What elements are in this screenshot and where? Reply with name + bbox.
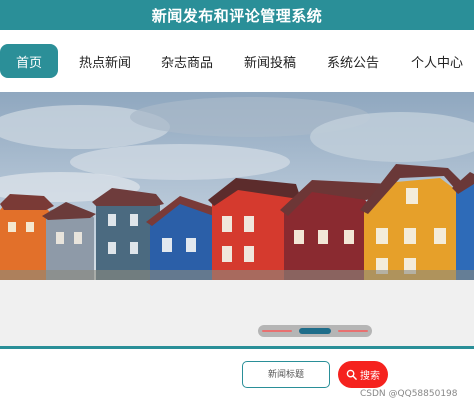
carousel-indicator-area	[0, 280, 474, 348]
nav-item-label: 首页	[15, 55, 42, 71]
app-title: 新闻发布和评论管理系统	[151, 6, 323, 25]
search-button-label: 搜索	[360, 371, 380, 382]
nav-item-system-notice[interactable]: 系统公告	[318, 44, 388, 78]
nav-item-label: 热点新闻	[78, 55, 131, 71]
carousel-indicator-track	[258, 325, 372, 337]
app-title-bar: 新闻发布和评论管理系统	[0, 0, 474, 30]
watermark-text: CSDN @QQ58850198	[360, 389, 458, 399]
section-divider	[0, 346, 474, 349]
news-title-search-input[interactable]	[242, 361, 330, 388]
nav-item-label: 系统公告	[326, 55, 379, 71]
nav-item-news-submission[interactable]: 新闻投稿	[235, 44, 305, 78]
banner-carousel-image[interactable]	[0, 92, 474, 280]
carousel-indicator-2-active[interactable]	[299, 328, 331, 334]
nav-item-home[interactable]: 首页	[0, 44, 58, 78]
search-button[interactable]: 搜索	[338, 361, 388, 388]
nav-item-magazine-products[interactable]: 杂志商品	[152, 44, 222, 78]
colorful-houses-illustration	[0, 92, 474, 280]
nav-item-label: 新闻投稿	[243, 55, 296, 71]
main-navbar: 首页 热点新闻 杂志商品 新闻投稿 系统公告 个人中心	[0, 30, 474, 90]
carousel-indicator-1[interactable]	[262, 330, 292, 332]
carousel-indicator-3[interactable]	[338, 330, 368, 332]
search-icon	[346, 369, 357, 380]
nav-item-hot-news[interactable]: 热点新闻	[70, 44, 140, 78]
nav-item-label: 杂志商品	[160, 55, 213, 71]
nav-item-personal-center[interactable]: 个人中心	[402, 44, 472, 78]
nav-item-label: 个人中心	[410, 55, 463, 71]
